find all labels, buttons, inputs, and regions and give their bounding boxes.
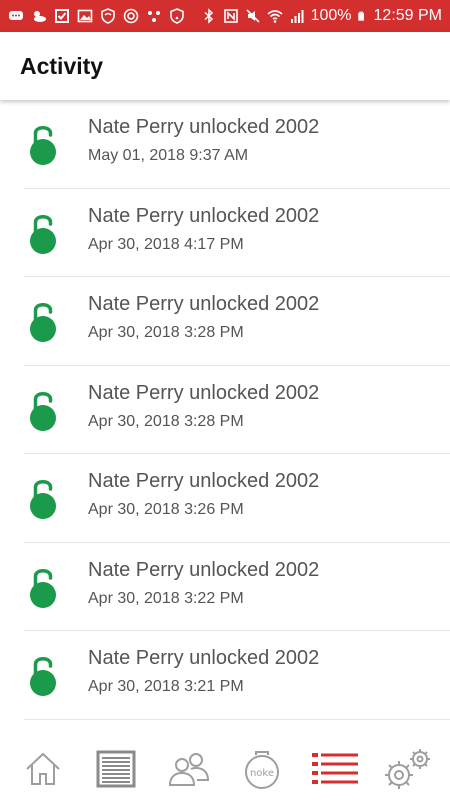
wifi-shield-icon	[170, 8, 184, 24]
activity-title: Nate Perry unlocked 2002	[88, 558, 320, 581]
image-icon	[77, 9, 93, 23]
unlocked-icon	[30, 568, 56, 608]
bottom-nav: noke	[0, 738, 450, 800]
activity-list-icon	[311, 753, 358, 784]
nav-noke[interactable]: noke	[234, 743, 290, 795]
activity-row[interactable]: Nate Perry unlocked 2002 Apr 30, 2018 4:1…	[24, 189, 450, 277]
activity-timestamp: Apr 30, 2018 3:21 PM	[88, 678, 244, 695]
unlocked-icon	[30, 126, 56, 165]
activity-texts: Nate Perry unlocked 2002 Apr 30, 2018 3:2…	[88, 468, 319, 521]
activity-texts: Nate Perry unlocked 2002 Apr 30, 2018 4:1…	[88, 203, 319, 256]
signal-icon	[290, 10, 304, 23]
activity-title: Nate Perry unlocked 2002	[88, 470, 320, 492]
shield-icon	[101, 8, 115, 24]
activity-title: Nate Perry unlocked 2002	[88, 116, 320, 138]
page-title: Activity	[20, 52, 104, 79]
unlocked-icon	[30, 480, 56, 519]
activity-row[interactable]: Nate Perry unlocked 2002 Apr 30, 2018 3:2…	[24, 631, 450, 720]
noke-lock-icon: noke	[244, 751, 279, 789]
nav-activity[interactable]	[307, 743, 363, 795]
nav-storage-units[interactable]	[88, 743, 144, 795]
activity-timestamp: Apr 30, 2018 3:28 PM	[88, 324, 244, 341]
unlocked-icon	[30, 214, 56, 254]
activity-texts: Nate Perry unlocked 2002 May 01, 2018 9:3…	[88, 114, 319, 167]
activity-row[interactable]: Nate Perry unlocked 2002 Apr 30, 2018 3:2…	[24, 543, 450, 631]
nav-settings[interactable]	[380, 743, 436, 795]
target-icon	[123, 8, 139, 24]
nav-home[interactable]	[15, 743, 71, 795]
activity-title: Nate Perry unlocked 2002	[88, 293, 320, 315]
unlocked-icon	[30, 303, 56, 342]
activity-row[interactable]: Nate Perry unlocked 2002 Apr 30, 2018 3:2…	[24, 277, 450, 366]
battery-percent: 100%	[310, 7, 352, 24]
status-bar: 100% 12:59 PM	[0, 0, 450, 32]
activity-timestamp: Apr 30, 2018 3:26 PM	[88, 501, 244, 518]
activity-texts: Nate Perry unlocked 2002 Apr 30, 2018 3:2…	[88, 380, 319, 433]
activity-title: Nate Perry unlocked 2002	[88, 647, 320, 669]
activity-timestamp: Apr 30, 2018 3:22 PM	[88, 589, 244, 607]
battery-icon	[357, 11, 364, 21]
clock: 12:59 PM	[373, 7, 442, 24]
activity-texts: Nate Perry unlocked 2002 Apr 30, 2018 3:2…	[88, 557, 319, 610]
activity-row[interactable]: Nate Perry unlocked 2002 May 01, 2018 9:3…	[24, 100, 450, 189]
notification-icons	[8, 8, 185, 24]
activity-texts: Nate Perry unlocked 2002 Apr 30, 2018 3:2…	[88, 645, 319, 698]
mute-icon	[246, 9, 260, 23]
activity-timestamp: Apr 30, 2018 3:28 PM	[88, 412, 244, 430]
unlocked-icon	[30, 657, 56, 696]
nfc-icon	[223, 9, 238, 23]
activity-row[interactable]: Nate Perry unlocked 2002 Apr 30, 2018 3:2…	[24, 366, 450, 454]
unlocked-icon	[30, 391, 56, 431]
nav-users[interactable]	[161, 743, 217, 795]
chat-bubble-icon	[9, 11, 23, 20]
activity-texts: Nate Perry unlocked 2002 Apr 30, 2018 3:2…	[88, 291, 319, 344]
users-icon	[168, 753, 209, 786]
app-bar: Activity	[0, 32, 450, 100]
home-icon	[25, 752, 60, 785]
activity-list[interactable]: Nate Perry unlocked 2002 May 01, 2018 9:3…	[0, 100, 450, 738]
activity-row[interactable]: Nate Perry unlocked 2002 Apr 30, 2018 3:2…	[24, 454, 450, 543]
weather-icon	[34, 11, 46, 22]
noke-label: noke	[249, 768, 273, 779]
bluetooth-icon	[204, 8, 213, 24]
system-icons: 100% 12:59 PM	[201, 7, 442, 25]
storage-unit-icon	[96, 750, 135, 788]
wifi-icon	[267, 10, 283, 23]
settings-icon	[384, 749, 430, 789]
checkbox-icon	[55, 9, 69, 23]
activity-timestamp: May 01, 2018 9:37 AM	[88, 147, 249, 164]
activity-timestamp: Apr 30, 2018 4:17 PM	[88, 235, 244, 253]
dots-icon	[148, 11, 160, 22]
activity-title: Nate Perry unlocked 2002	[88, 204, 320, 227]
activity-title: Nate Perry unlocked 2002	[88, 381, 320, 404]
